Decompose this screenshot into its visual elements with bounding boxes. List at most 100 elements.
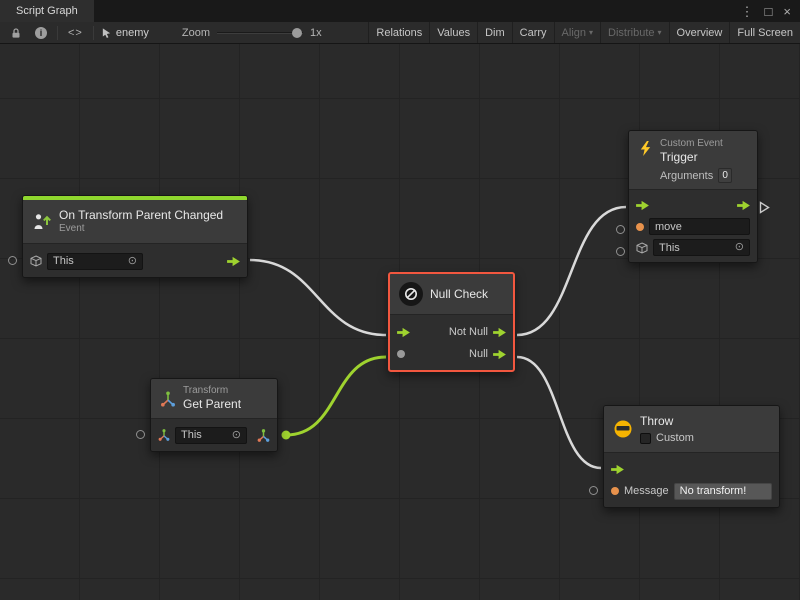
toolbar-separator [57,26,58,40]
button-label: Full Screen [737,27,793,39]
port-label-null: Null [469,348,488,360]
port-label-not-null: Not Null [449,326,488,338]
wire-endpoint-dot[interactable] [282,431,291,440]
full-screen-button[interactable]: Full Screen [729,22,800,43]
values-button[interactable]: Values [429,22,477,43]
input-port-ring[interactable] [136,430,145,439]
graph-canvas[interactable]: On Transform Parent Changed Event This ⊙ [0,44,800,600]
node-category: Custom Event [660,138,732,150]
node-subtitle: Event [59,223,223,235]
node-ports: Not Null Null [390,314,513,370]
input-port-ring[interactable] [589,486,598,495]
this-object-field[interactable]: This ⊙ [175,427,247,444]
throw-icon [613,419,633,439]
tab-script-graph[interactable]: Script Graph [0,0,94,22]
button-label: Align [562,27,586,39]
close-icon[interactable]: × [783,5,791,18]
wire-getparent-to-nullcheck[interactable] [286,357,386,435]
port-row: This ⊙ [23,250,247,272]
chevron-down-icon: ▾ [589,28,593,37]
zoom-track [217,32,303,34]
connection-arrow-marker [759,201,770,214]
relations-button[interactable]: Relations [368,22,429,43]
value-input-dot[interactable] [636,223,644,231]
flow-output-arrow-icon[interactable] [493,349,506,360]
this-object-field[interactable]: This ⊙ [653,239,750,256]
node-get-parent[interactable]: Transform Get Parent This ⊙ [150,378,278,452]
node-throw[interactable]: Throw Custom Message No [603,405,780,508]
flow-output-arrow-icon[interactable] [227,256,240,267]
unity-visual-scripting-window: Script Graph ⋮ □ × i <> enemy [0,0,800,600]
node-title: Get Parent [183,397,241,412]
flow-output-arrow-icon[interactable] [493,327,506,338]
button-label: Carry [520,27,547,39]
field-value: This [181,429,202,441]
flow-input-arrow-icon[interactable] [636,200,649,211]
wire-notnull-to-trigger[interactable] [517,207,626,335]
graph-toolbar: i <> enemy Zoom 1x Relations Values [0,22,800,44]
null-check-icon [399,282,423,306]
distribute-button[interactable]: Distribute ▾ [600,22,668,43]
node-on-transform-parent-changed[interactable]: On Transform Parent Changed Event This ⊙ [22,195,248,278]
message-label: Message [624,485,669,497]
transform-port-icon[interactable] [158,429,170,441]
graph-name: enemy [116,27,149,39]
transform-output-port-icon[interactable] [257,429,270,442]
wire-event-to-nullcheck[interactable] [250,260,386,335]
zoom-handle[interactable] [292,28,302,38]
button-label: Overview [677,27,723,39]
cube-icon [30,255,42,267]
value-input-dot[interactable] [397,350,405,358]
edit-source-button[interactable]: <> [65,22,86,43]
flow-input-arrow-icon[interactable] [397,327,410,338]
toolbar-separator [93,26,94,40]
maximize-icon[interactable]: □ [765,5,773,18]
graph-reference[interactable]: enemy [101,27,149,39]
button-label: Values [437,27,470,39]
wire-null-to-throw[interactable] [517,357,601,468]
input-port-ring[interactable] [616,225,625,234]
button-label: Relations [376,27,422,39]
node-title: On Transform Parent Changed [59,208,223,223]
arguments-label: Arguments [660,170,713,182]
button-label: Distribute [608,27,654,39]
node-title: Null Check [430,287,488,302]
port-row: Not Null [390,321,513,343]
custom-checkbox-label: Custom [656,432,694,444]
node-trigger-custom-event[interactable]: Custom Event Trigger Arguments 0 [628,130,758,263]
object-picker-icon: ⊙ [128,256,137,267]
field-value: No transform! [680,485,747,497]
node-ports: Message No transform! [604,452,779,507]
value-input-dot[interactable] [611,487,619,495]
dim-button[interactable]: Dim [477,22,512,43]
flow-output-arrow-icon[interactable] [737,200,750,211]
node-ports: move This ⊙ [629,189,757,262]
custom-option-row: Custom [640,432,694,444]
input-port-ring[interactable] [8,256,17,265]
info-button[interactable]: i [32,22,50,43]
node-null-check[interactable]: Null Check Not Null Null [388,272,515,372]
field-value: move [655,221,682,233]
carry-button[interactable]: Carry [512,22,554,43]
node-header: On Transform Parent Changed Event [23,200,247,243]
cube-icon [636,242,648,254]
arguments-count-field[interactable]: 0 [718,168,732,183]
transform-event-icon [32,212,52,232]
node-ports: This ⊙ [23,243,247,277]
object-picker-icon: ⊙ [232,430,241,441]
message-field[interactable]: No transform! [674,483,772,500]
window-menu-icon[interactable]: ⋮ [741,5,754,18]
port-row: This ⊙ [151,424,277,446]
flow-input-arrow-icon[interactable] [611,464,624,475]
input-port-ring[interactable] [616,247,625,256]
align-button[interactable]: Align ▾ [554,22,600,43]
port-row: This ⊙ [629,237,757,258]
custom-checkbox[interactable] [640,433,651,444]
overview-button[interactable]: Overview [669,22,730,43]
arguments-row: Arguments 0 [660,168,732,183]
zoom-slider[interactable] [217,27,303,39]
this-object-field[interactable]: This ⊙ [47,253,143,270]
tab-label: Script Graph [16,5,78,17]
lock-button[interactable] [7,22,25,43]
event-name-field[interactable]: move [649,218,750,235]
